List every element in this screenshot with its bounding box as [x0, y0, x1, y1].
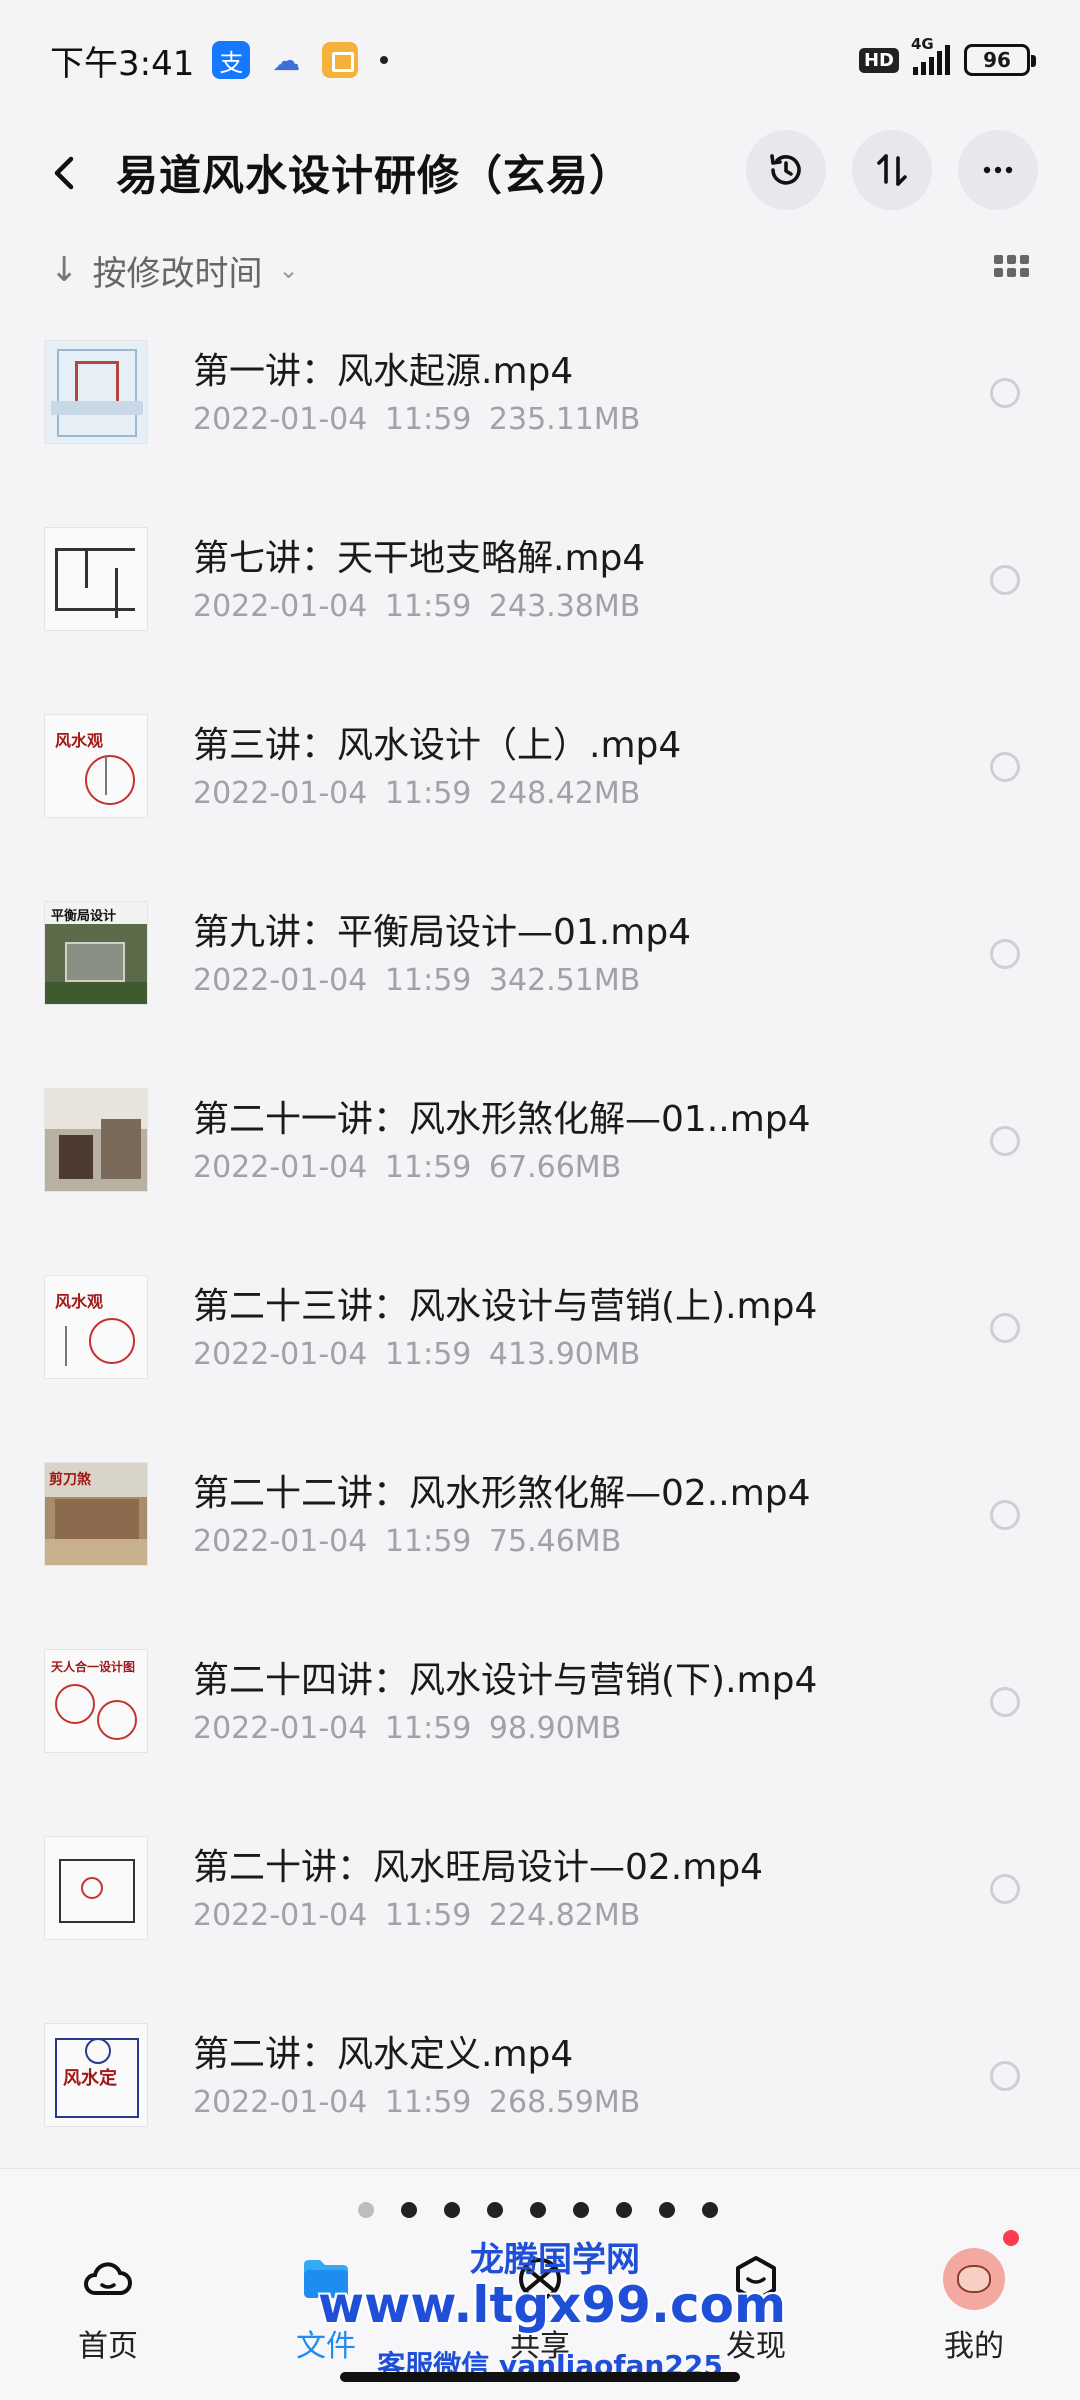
select-checkbox[interactable]: [990, 1500, 1020, 1530]
history-button[interactable]: [746, 130, 826, 210]
file-row[interactable]: 第二十讲：风水旺局设计—02.mp4 2022-01-04 11:59 224.…: [0, 1804, 1080, 1991]
video-thumbnail: 风水观: [44, 1275, 148, 1379]
file-row[interactable]: 平衡局设计 第九讲：平衡局设计—01.mp4 2022-01-04 11:59 …: [0, 869, 1080, 1056]
file-row[interactable]: 第七讲：天干地支略解.mp4 2022-01-04 11:59 243.38MB: [0, 495, 1080, 682]
hd-icon: HD: [858, 47, 899, 73]
file-name: 第二讲：风水定义.mp4: [193, 2034, 574, 2075]
more-dots-icon: [983, 166, 1013, 174]
video-thumbnail: 风水观: [44, 714, 148, 818]
video-thumbnail: [44, 1836, 148, 1940]
file-meta: 2022-01-04 11:59 268.59MB: [193, 2085, 641, 2120]
video-thumbnail: 风水定: [44, 2023, 148, 2127]
file-name: 第二十三讲：风水设计与营销(上).mp4: [193, 1286, 818, 1327]
history-icon: [770, 154, 801, 185]
file-name: 第七讲：天干地支略解.mp4: [193, 538, 646, 579]
select-checkbox[interactable]: [990, 1874, 1020, 1904]
status-time: 下午3:41: [50, 43, 195, 84]
status-bar: 下午3:41 支 ☁ HD 4G 96: [0, 0, 1080, 120]
file-meta: 2022-01-04 11:59 67.66MB: [193, 1150, 622, 1185]
sort-order-button[interactable]: [852, 130, 932, 210]
sort-arrows-icon: [877, 154, 907, 186]
file-row[interactable]: 天人合一设计图 第二十四讲：风水设计与营销(下).mp4 2022-01-04 …: [0, 1617, 1080, 1804]
file-row[interactable]: 风水观 第二十三讲：风水设计与营销(上).mp4 2022-01-04 11:5…: [0, 1243, 1080, 1430]
back-button[interactable]: [20, 125, 110, 220]
page-title: 易道风水设计研修（玄易）: [116, 151, 633, 200]
video-thumbnail: [44, 527, 148, 631]
battery-icon: 96: [964, 44, 1036, 76]
file-meta: 2022-01-04 11:59 224.82MB: [193, 1898, 641, 1933]
file-list: 第一讲：风水起源.mp4 2022-01-04 11:59 235.11MB 第…: [0, 308, 1080, 2178]
file-name: 第二十讲：风水旺局设计—02.mp4: [193, 1847, 764, 1888]
video-thumbnail: [44, 340, 148, 444]
file-name: 第三讲：风水设计（上）.mp4: [193, 725, 682, 766]
signal-icon: 4G: [911, 35, 950, 75]
video-thumbnail: [44, 1088, 148, 1192]
sort-bar: ↓ 按修改时间 ⌄: [0, 235, 1080, 305]
select-checkbox[interactable]: [990, 1687, 1020, 1717]
select-checkbox[interactable]: [990, 378, 1020, 408]
file-name: 第二十二讲：风水形煞化解—02..mp4: [193, 1473, 811, 1514]
select-checkbox[interactable]: [990, 565, 1020, 595]
select-checkbox[interactable]: [990, 2061, 1020, 2091]
select-checkbox[interactable]: [990, 939, 1020, 969]
video-thumbnail: 天人合一设计图: [44, 1649, 148, 1753]
file-meta: 2022-01-04 11:59 75.46MB: [193, 1524, 622, 1559]
file-meta: 2022-01-04 11:59 342.51MB: [193, 963, 641, 998]
watermark-title: 龙腾国学网: [470, 2240, 640, 2280]
notes-app-icon: [322, 42, 359, 78]
file-row[interactable]: 风水观 第三讲：风水设计（上）.mp4 2022-01-04 11:59 248…: [0, 682, 1080, 869]
watermark-url: www.ltgx99.com: [317, 2276, 787, 2334]
file-name: 第九讲：平衡局设计—01.mp4: [193, 912, 692, 953]
grid-view-icon[interactable]: [994, 255, 1030, 281]
file-meta: 2022-01-04 11:59 413.90MB: [193, 1337, 641, 1372]
file-name: 第二十四讲：风水设计与营销(下).mp4: [193, 1660, 818, 1701]
file-name: 第二十一讲：风水形煞化解—01..mp4: [193, 1099, 811, 1140]
cloud-sync-icon: ☁: [272, 43, 301, 77]
video-thumbnail: 平衡局设计: [44, 901, 148, 1005]
file-name: 第一讲：风水起源.mp4: [193, 351, 574, 392]
video-thumbnail: 剪刀煞: [44, 1462, 148, 1566]
more-notifications-icon: [380, 56, 389, 64]
home-indicator[interactable]: [340, 2372, 740, 2382]
select-checkbox[interactable]: [990, 752, 1020, 782]
file-meta: 2022-01-04 11:59 248.42MB: [193, 776, 641, 811]
chevron-left-icon: [54, 156, 74, 189]
page-indicator: [358, 2202, 718, 2218]
chevron-down-icon[interactable]: ⌄: [279, 256, 299, 284]
file-row[interactable]: 第一讲：风水起源.mp4 2022-01-04 11:59 235.11MB: [0, 308, 1080, 495]
file-row[interactable]: 剪刀煞 第二十二讲：风水形煞化解—02..mp4 2022-01-04 11:5…: [0, 1430, 1080, 1617]
select-checkbox[interactable]: [990, 1313, 1020, 1343]
network-label: 4G: [911, 35, 934, 53]
alipay-icon: 支: [212, 41, 251, 79]
sort-selector[interactable]: 按修改时间: [93, 246, 263, 295]
select-checkbox[interactable]: [990, 1126, 1020, 1156]
file-meta: 2022-01-04 11:59 243.38MB: [193, 589, 641, 624]
sort-direction-icon[interactable]: ↓: [50, 250, 79, 290]
header: 易道风水设计研修（玄易）: [0, 125, 1080, 220]
more-button[interactable]: [958, 130, 1038, 210]
file-meta: 2022-01-04 11:59 235.11MB: [193, 402, 641, 437]
file-row[interactable]: 第二十一讲：风水形煞化解—01..mp4 2022-01-04 11:59 67…: [0, 1056, 1080, 1243]
file-meta: 2022-01-04 11:59 98.90MB: [193, 1711, 622, 1746]
file-row[interactable]: 风水定 第二讲：风水定义.mp4 2022-01-04 11:59 268.59…: [0, 1991, 1080, 2178]
battery-level: 96: [983, 48, 1011, 72]
